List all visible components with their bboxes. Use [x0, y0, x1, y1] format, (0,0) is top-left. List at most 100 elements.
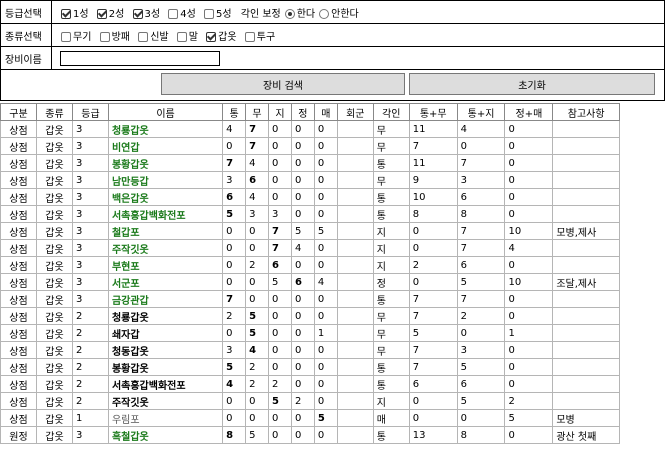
type-checkbox[interactable]	[244, 31, 255, 42]
column-header[interactable]: 이름	[107, 103, 224, 121]
search-button[interactable]: 장비 검색	[161, 73, 405, 95]
type-option-3[interactable]: 신발	[133, 31, 169, 43]
table-cell: 5	[290, 222, 315, 240]
equipment-name: 주작깃옷	[107, 239, 224, 257]
column-header[interactable]: 무	[245, 103, 269, 121]
column-header[interactable]: 정+매	[504, 103, 554, 121]
engrave-radio-1[interactable]	[284, 8, 295, 19]
table-row[interactable]: 상점 갑옷 2 쇄자갑 0 5 0 0 1 무 5 0 1	[0, 324, 620, 342]
table-row[interactable]: 상점 갑옷 3 철갑포 0 0 7 5 5 지 0 7 10 모병,제사	[0, 222, 620, 240]
table-cell: 3	[456, 171, 506, 189]
table-cell: 상점	[0, 324, 37, 342]
type-checkbox[interactable]	[206, 31, 217, 42]
table-row[interactable]: 원정 갑옷 3 흑철갑옷 8 5 0 0 0 통 13 8 0 광산 첫째	[0, 426, 620, 444]
table-cell	[336, 392, 374, 410]
grade-option-5[interactable]: 5성	[199, 8, 232, 20]
column-header[interactable]: 지	[268, 103, 292, 121]
table-row[interactable]: 상점 갑옷 2 주작깃옷 0 0 5 2 0 지 0 5 2	[0, 392, 620, 410]
table-cell: 0	[290, 171, 315, 189]
table-cell: 0	[268, 137, 292, 155]
grade-option-2[interactable]: 2성	[92, 8, 124, 20]
table-row[interactable]: 상점 갑옷 2 서촉홍갑백화전포 4 2 2 0 0 통 6 6 0	[0, 375, 620, 393]
type-option-4[interactable]: 말	[172, 31, 198, 43]
type-checkbox[interactable]	[61, 31, 71, 42]
type-checkbox[interactable]	[99, 31, 110, 42]
table-row[interactable]: 상점 갑옷 3 금강관갑 7 0 0 0 0 통 7 7 0	[0, 290, 620, 308]
table-row[interactable]: 상점 갑옷 3 서군포 0 0 5 6 4 정 0 5 10 조달,제사	[0, 273, 620, 291]
table-cell: 상점	[0, 154, 37, 172]
table-cell: 0	[408, 239, 458, 257]
table-cell: 0	[290, 324, 315, 342]
table-cell: 0	[222, 324, 247, 342]
grade-option-3[interactable]: 3성	[128, 8, 160, 20]
table-row[interactable]: 상점 갑옷 3 서촉홍갑백화전포 5 3 3 0 0 통 8 8 0	[0, 205, 620, 223]
table-cell: 3	[222, 341, 247, 359]
table-cell: 0	[313, 256, 338, 274]
equipment-name: 청룡갑옷	[107, 120, 224, 138]
table-cell: 11	[408, 154, 458, 172]
engrave-radio-2[interactable]	[319, 8, 330, 19]
grade-checkbox[interactable]	[132, 8, 143, 19]
type-option-5[interactable]: 갑옷	[201, 31, 237, 43]
table-cell: 0	[290, 341, 315, 359]
table-cell: 0	[313, 392, 338, 410]
table-row[interactable]: 상점 갑옷 3 주작깃옷 0 0 7 4 0 지 0 7 4	[0, 239, 620, 257]
column-header[interactable]: 구분	[0, 103, 37, 121]
reset-button[interactable]: 초기화	[409, 73, 655, 95]
grade-checkbox[interactable]	[96, 8, 107, 19]
table-cell: 2	[245, 358, 269, 376]
table-row[interactable]: 상점 갑옷 3 부현포 0 2 6 0 0 지 2 6 0	[0, 256, 620, 274]
grade-option-4[interactable]: 4성	[163, 8, 196, 20]
type-checkbox[interactable]	[176, 31, 187, 42]
column-header[interactable]: 종류	[35, 103, 73, 121]
table-row[interactable]: 상점 갑옷 3 비연갑 0 7 0 0 0 무 7 0 0	[0, 137, 620, 155]
table-row[interactable]: 상점 갑옷 3 백은갑옷 6 4 0 0 0 통 10 6 0	[0, 188, 620, 206]
column-header[interactable]: 통	[222, 103, 247, 121]
column-header[interactable]: 정	[290, 103, 315, 121]
type-option-6[interactable]: 투구	[240, 31, 275, 43]
column-header[interactable]: 회군	[336, 103, 374, 121]
name-input[interactable]	[60, 50, 220, 66]
table-cell: 통	[372, 290, 410, 308]
grade-checkbox[interactable]	[61, 8, 71, 19]
column-header[interactable]: 각인	[372, 103, 410, 121]
column-header[interactable]: 매	[313, 103, 338, 121]
table-cell: 상점	[0, 188, 37, 206]
table-cell: 0	[313, 290, 338, 308]
table-cell: 4	[245, 188, 269, 206]
table-row[interactable]: 상점 갑옷 3 남만등갑 3 6 0 0 0 무 9 3 0	[0, 171, 620, 189]
grade-checkbox[interactable]	[204, 8, 214, 19]
table-row[interactable]: 상점 갑옷 3 봉황갑옷 7 4 0 0 0 통 11 7 0	[0, 154, 620, 172]
table-cell: 5	[456, 358, 506, 376]
equipment-name: 쇄자갑	[107, 324, 224, 342]
table-row[interactable]: 상점 갑옷 1 우림포 0 0 0 0 5 매 0 0 5 모병	[0, 409, 620, 427]
grade-option-label: 5성	[216, 8, 232, 20]
table-cell	[336, 188, 374, 206]
table-cell: 갑옷	[35, 341, 73, 359]
grade-checkbox[interactable]	[168, 8, 179, 19]
type-option-1[interactable]: 무기	[56, 31, 91, 43]
table-cell: 3	[71, 154, 109, 172]
table-cell: 0	[408, 392, 458, 410]
table-cell: 갑옷	[35, 188, 73, 206]
type-checkbox[interactable]	[138, 31, 149, 42]
table-row[interactable]: 상점 갑옷 3 청룡갑옷 4 7 0 0 0 무 11 4 0	[0, 120, 620, 138]
table-cell: 1	[313, 324, 338, 342]
table-cell	[336, 273, 374, 291]
column-header[interactable]: 통+지	[456, 103, 506, 121]
table-cell: 3	[268, 205, 292, 223]
table-cell: 0	[313, 154, 338, 172]
table-row[interactable]: 상점 갑옷 2 청동갑옷 3 4 0 0 0 무 7 3 0	[0, 341, 620, 359]
column-header[interactable]: 등급	[71, 103, 109, 121]
grade-option-1[interactable]: 1성	[56, 8, 89, 20]
table-row[interactable]: 상점 갑옷 2 봉황갑옷 5 2 0 0 0 통 7 5 0	[0, 358, 620, 376]
table-cell	[336, 222, 374, 240]
table-cell: 0	[245, 239, 269, 257]
column-header[interactable]: 참고사항	[552, 103, 620, 121]
type-option-2[interactable]: 방패	[95, 31, 130, 43]
column-header[interactable]: 통+무	[408, 103, 458, 121]
table-cell: 무	[372, 341, 410, 359]
equipment-name: 봉황갑옷	[107, 154, 224, 172]
table-cell: 0	[290, 358, 315, 376]
table-row[interactable]: 상점 갑옷 2 청룡갑옷 2 5 0 0 0 무 7 2 0	[0, 307, 620, 325]
